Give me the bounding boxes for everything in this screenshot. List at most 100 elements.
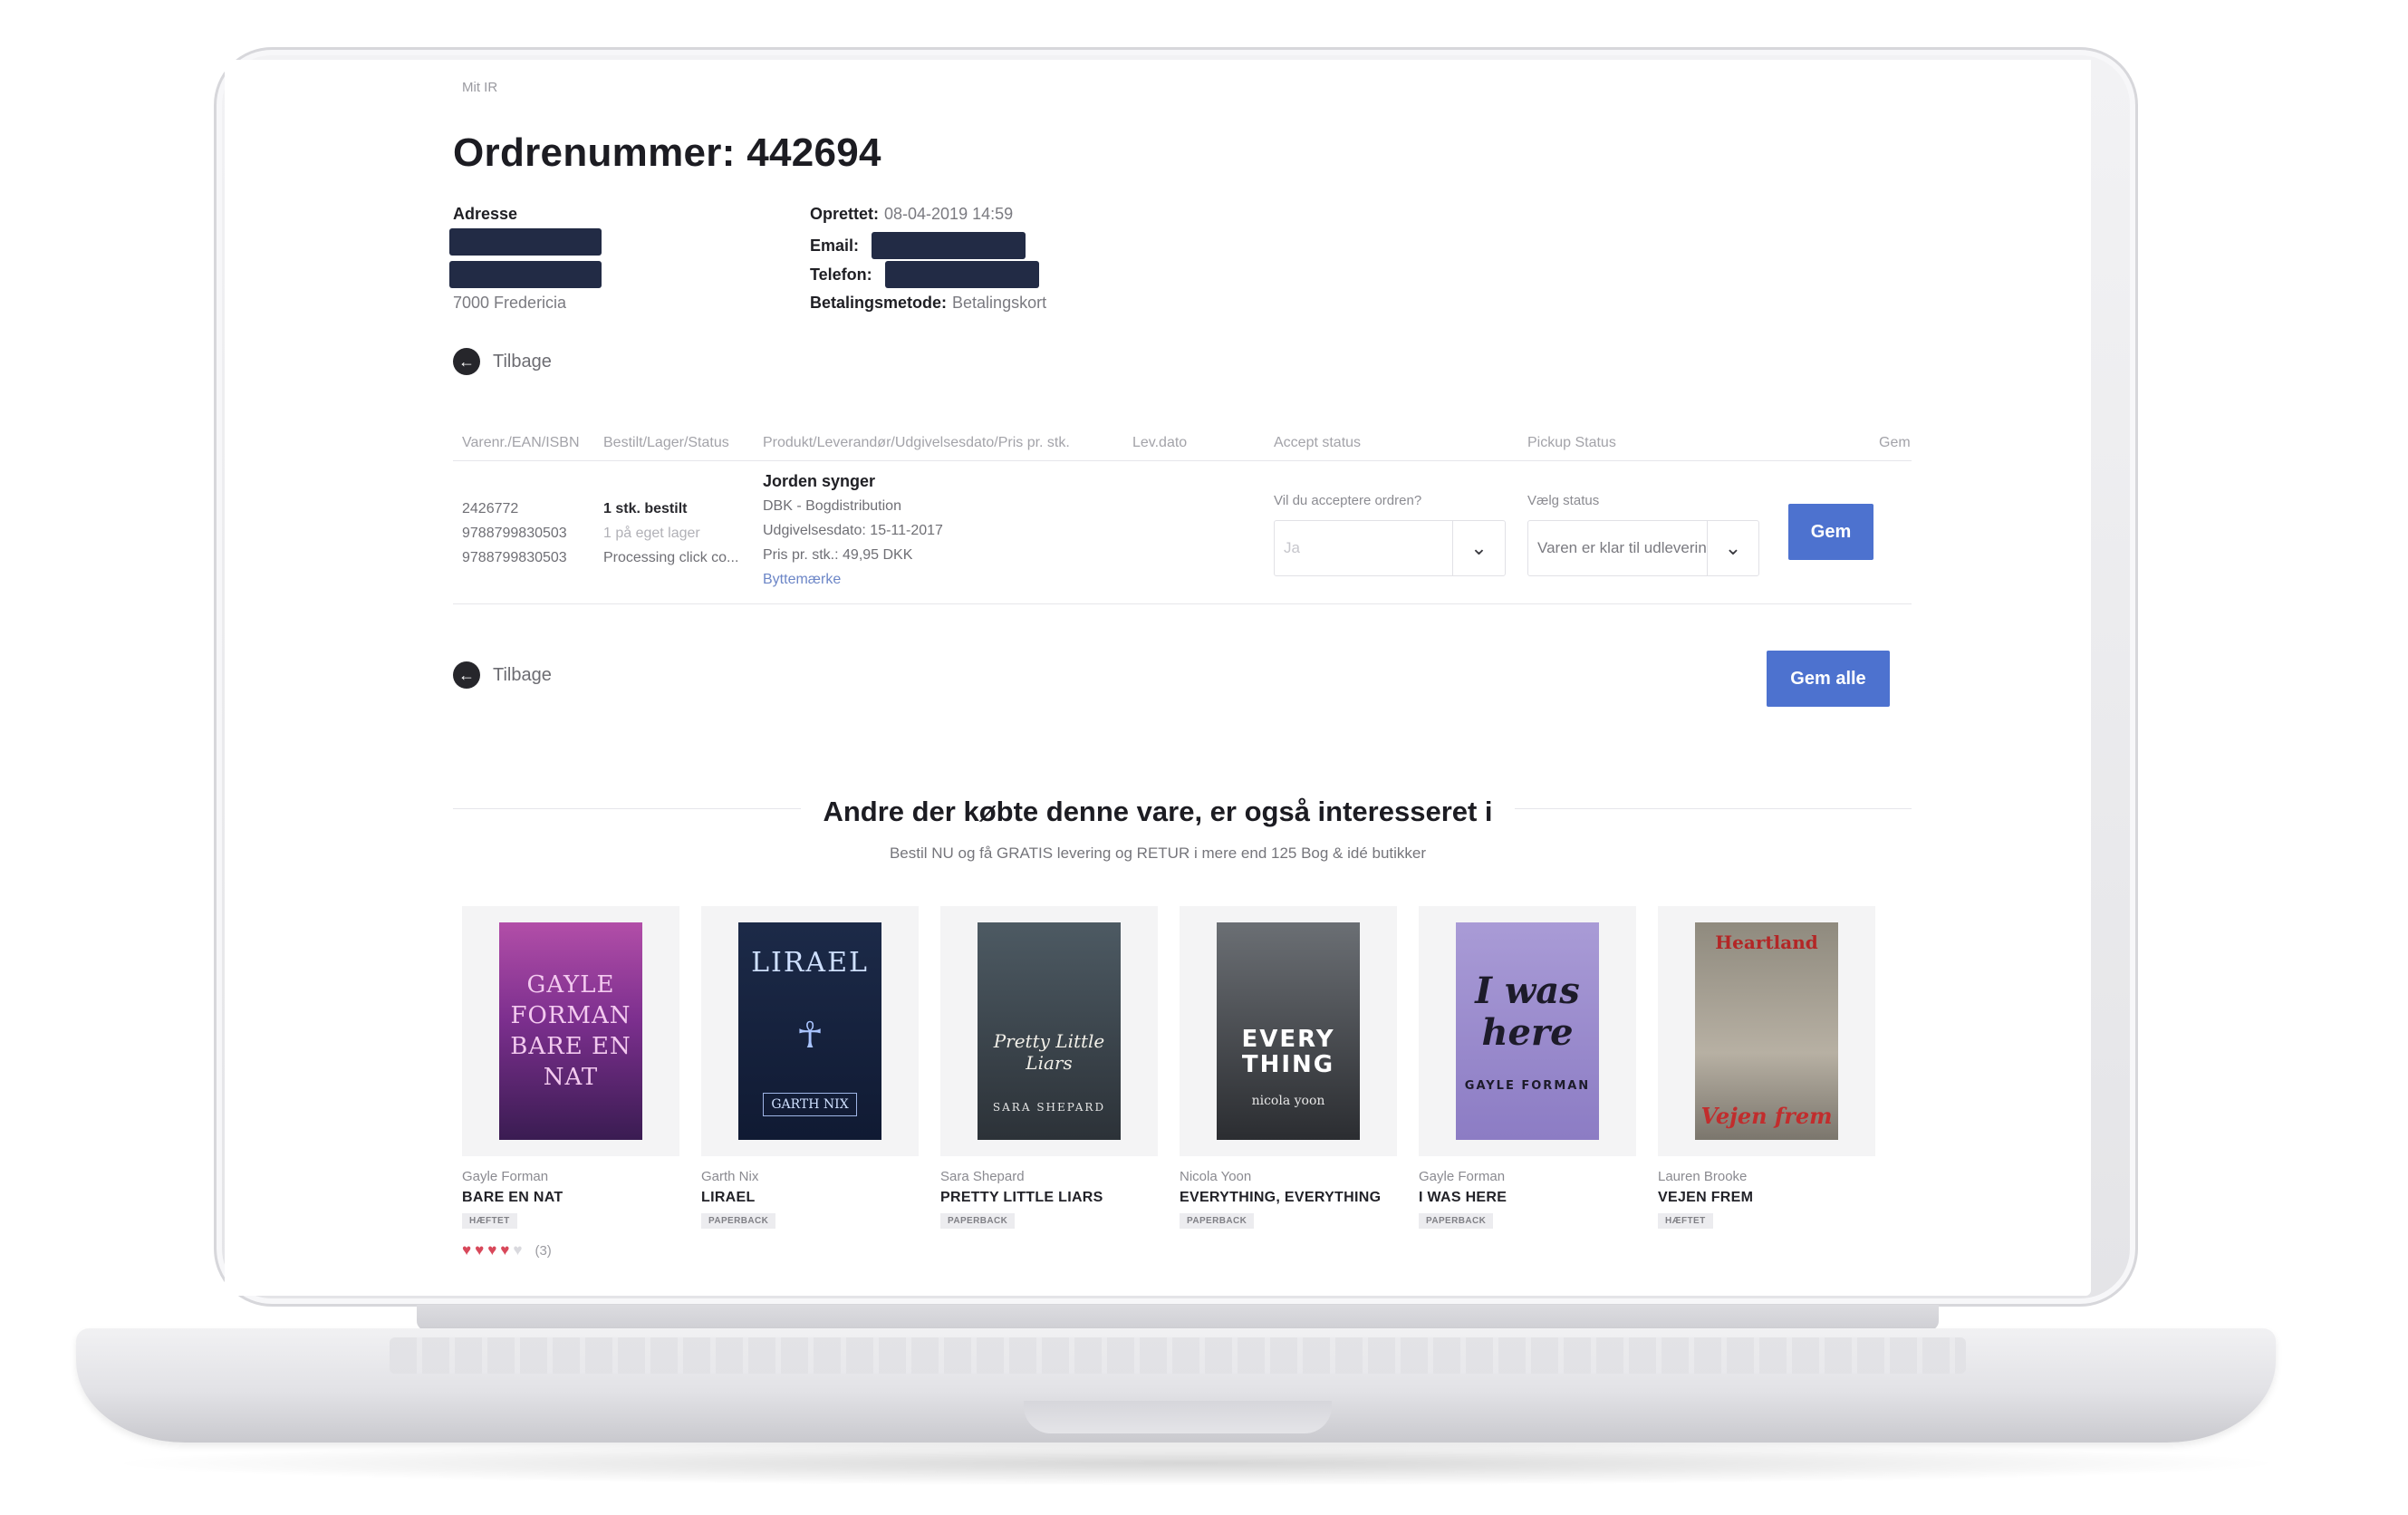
star-icon: ♥ bbox=[487, 1241, 497, 1259]
star-icon: ♥ bbox=[513, 1241, 523, 1259]
save-all-button[interactable]: Gem alle bbox=[1767, 651, 1890, 707]
pickup-select-value: Varen er klar til udlevering bbox=[1537, 539, 1707, 556]
book-cover-frame[interactable]: Heartland Vejen frem bbox=[1658, 906, 1875, 1156]
book-card[interactable]: EVERY THING nicola yoon Nicola Yoon EVER… bbox=[1180, 906, 1397, 1229]
phone-label: Telefon: bbox=[810, 265, 872, 284]
book-card[interactable]: GAYLE FORMAN BARE EN NAT Gayle Forman BA… bbox=[462, 906, 679, 1259]
book-cover-image: I was here GAYLE FORMAN bbox=[1456, 922, 1599, 1140]
recommendations-title-text: Andre der købte denne vare, er også inte… bbox=[801, 796, 1515, 827]
cover-subtext: GAYLE FORMAN bbox=[1464, 1078, 1591, 1093]
product-supplier: DBK - Bogdistribution bbox=[763, 498, 901, 514]
book-title[interactable]: LIRAEL bbox=[701, 1190, 919, 1206]
book-cover-image: LIRAEL ☥ GARTH NIX bbox=[738, 922, 881, 1140]
redacted-address-line-2 bbox=[449, 261, 602, 288]
column-header-accept-status: Accept status bbox=[1274, 435, 1362, 450]
created-label: Oprettet: bbox=[810, 205, 879, 223]
book-cover-image: Pretty Little Liars SARA SHEPARD bbox=[978, 922, 1121, 1140]
rating-count: (3) bbox=[535, 1242, 552, 1259]
book-format-badge: PAPERBACK bbox=[1419, 1213, 1494, 1229]
book-author: Gayle Forman bbox=[462, 1169, 549, 1184]
cover-text: Pretty Little Liars bbox=[993, 1030, 1105, 1074]
table-row-ordered: 1 stk. bestilt 1 på eget lager Processin… bbox=[603, 497, 738, 570]
product-title: Jorden synger bbox=[763, 472, 876, 490]
payment-label: Betalingsmetode: bbox=[810, 294, 948, 312]
cover-symbol-icon: ☥ bbox=[796, 1014, 824, 1057]
table-row-divider bbox=[453, 603, 1912, 604]
processing-status: Processing click co... bbox=[603, 550, 739, 565]
chevron-down-icon: ⌄ bbox=[1706, 521, 1758, 575]
payment-value: Betalingskort bbox=[952, 294, 1047, 312]
accept-select-value: Ja bbox=[1284, 539, 1300, 556]
laptop-screen: Mit IR Ordrenummer: 442694 Adresse 7000 … bbox=[225, 60, 2091, 1296]
book-cover-frame[interactable]: LIRAEL ☥ GARTH NIX bbox=[701, 906, 919, 1156]
cover-text: I was here bbox=[1475, 969, 1580, 1054]
book-cover-frame[interactable]: Pretty Little Liars SARA SHEPARD bbox=[940, 906, 1158, 1156]
book-title[interactable]: EVERYTHING, EVERYTHING bbox=[1180, 1190, 1397, 1206]
isbn-number: 9788799830503 bbox=[462, 550, 567, 565]
page-title: Ordrenummer: 442694 bbox=[453, 130, 881, 175]
swap-label-link[interactable]: Byttemærke bbox=[763, 567, 943, 592]
column-header-product: Produkt/Leverandør/Udgivelsesdato/Pris p… bbox=[763, 435, 1070, 450]
pickup-label: Vælg status bbox=[1527, 493, 1600, 508]
book-title[interactable]: I WAS HERE bbox=[1419, 1190, 1636, 1206]
book-author: Garth Nix bbox=[701, 1169, 759, 1184]
book-cover-image: Heartland Vejen frem bbox=[1695, 922, 1838, 1140]
book-card[interactable]: I was here GAYLE FORMAN Gayle Forman I W… bbox=[1419, 906, 1636, 1229]
redacted-phone bbox=[884, 261, 1039, 288]
book-cover-frame[interactable]: I was here GAYLE FORMAN bbox=[1419, 906, 1636, 1156]
book-cover-frame[interactable]: EVERY THING nicola yoon bbox=[1180, 906, 1397, 1156]
book-card[interactable]: Pretty Little Liars SARA SHEPARD Sara Sh… bbox=[940, 906, 1158, 1229]
back-label: Tilbage bbox=[493, 351, 552, 372]
product-price: Pris pr. stk.: 49,95 DKK bbox=[763, 547, 913, 563]
item-number: 2426772 bbox=[462, 501, 519, 516]
book-cover-frame[interactable]: GAYLE FORMAN BARE EN NAT bbox=[462, 906, 679, 1156]
address-city: 7000 Fredericia bbox=[453, 294, 567, 312]
product-release-date: Udgivelsesdato: 15-11-2017 bbox=[763, 523, 943, 538]
book-title[interactable]: VEJEN FREM bbox=[1658, 1190, 1875, 1206]
book-author: Nicola Yoon bbox=[1180, 1169, 1252, 1184]
cover-subtext: Heartland bbox=[1715, 931, 1818, 953]
book-author: Gayle Forman bbox=[1419, 1169, 1506, 1184]
pickup-status-select[interactable]: Varen er klar til udlevering ⌄ bbox=[1527, 520, 1759, 576]
email-row: Email: bbox=[810, 232, 1026, 259]
cover-text: Vejen frem bbox=[1700, 1103, 1833, 1129]
laptop-shadow bbox=[100, 1441, 2292, 1486]
back-label: Tilbage bbox=[493, 664, 552, 685]
address-label: Adresse bbox=[453, 205, 518, 223]
laptop-hinge bbox=[417, 1305, 1939, 1330]
back-link-top[interactable]: ← Tilbage bbox=[453, 348, 552, 375]
column-header-ordered: Bestilt/Lager/Status bbox=[603, 435, 729, 450]
star-icon: ♥ bbox=[462, 1241, 472, 1259]
book-author: Sara Shepard bbox=[940, 1169, 1025, 1184]
book-card[interactable]: LIRAEL ☥ GARTH NIX Garth Nix LIRAEL PAPE… bbox=[701, 906, 919, 1229]
breadcrumb[interactable]: Mit IR bbox=[462, 80, 497, 95]
book-rating: ♥ ♥ ♥ ♥ ♥ (3) bbox=[462, 1241, 679, 1259]
book-cover-image: EVERY THING nicola yoon bbox=[1217, 922, 1360, 1140]
chevron-down-icon: ⌄ bbox=[1452, 521, 1505, 575]
laptop-notch bbox=[1024, 1401, 1332, 1433]
cover-subtext: nicola yoon bbox=[1251, 1094, 1325, 1108]
redacted-email bbox=[872, 232, 1026, 259]
column-header-delivery-date: Lev.dato bbox=[1132, 435, 1188, 450]
arrow-left-circle-icon: ← bbox=[453, 661, 480, 689]
ordered-quantity: 1 stk. bestilt bbox=[603, 501, 688, 516]
book-card[interactable]: Heartland Vejen frem Lauren Brooke VEJEN… bbox=[1658, 906, 1875, 1229]
book-format-badge: HÆFTET bbox=[462, 1213, 517, 1229]
created-row: Oprettet: 08-04-2019 14:59 bbox=[810, 205, 1013, 224]
save-button[interactable]: Gem bbox=[1788, 504, 1873, 560]
back-link-bottom[interactable]: ← Tilbage bbox=[453, 661, 552, 689]
stock-status: 1 på eget lager bbox=[603, 526, 700, 541]
laptop-keyboard bbox=[390, 1337, 1966, 1374]
book-format-badge: HÆFTET bbox=[1658, 1213, 1713, 1229]
table-row-sku: 2426772 9788799830503 9788799830503 bbox=[462, 497, 567, 570]
star-icon: ♥ bbox=[475, 1241, 485, 1259]
created-value: 08-04-2019 14:59 bbox=[884, 205, 1014, 223]
ean-number: 9788799830503 bbox=[462, 526, 567, 541]
table-row-product: Jorden synger DBK - Bogdistribution Udgi… bbox=[763, 469, 943, 592]
accept-select[interactable]: Ja ⌄ bbox=[1274, 520, 1506, 576]
book-title[interactable]: BARE EN NAT bbox=[462, 1190, 679, 1206]
arrow-left-circle-icon: ← bbox=[453, 348, 480, 375]
book-title[interactable]: PRETTY LITTLE LIARS bbox=[940, 1190, 1158, 1206]
column-header-pickup-status: Pickup Status bbox=[1527, 435, 1616, 450]
column-header-sku: Varenr./EAN/ISBN bbox=[462, 435, 580, 450]
